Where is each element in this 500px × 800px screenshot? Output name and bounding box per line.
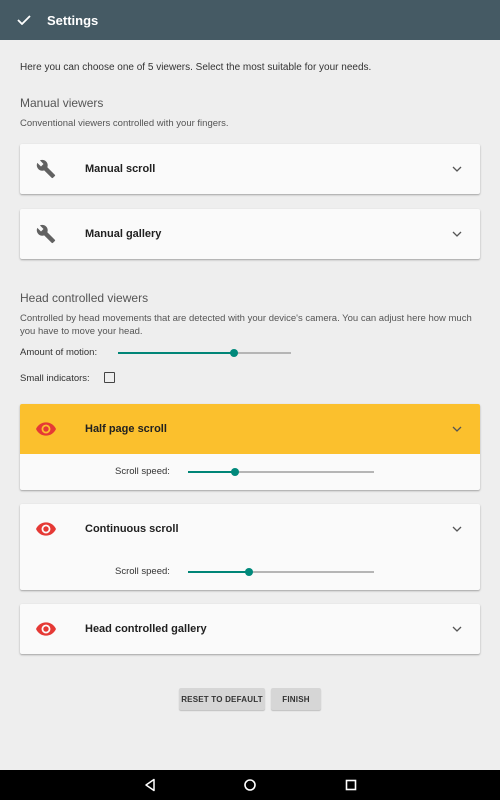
wrench-icon [35,223,57,245]
viewer-card-manual-gallery[interactable]: Manual gallery [20,209,480,259]
chevron-down-icon[interactable] [452,231,462,237]
recents-icon[interactable] [344,778,358,792]
card-header[interactable]: Head controlled gallery [20,604,480,654]
viewer-label: Continuous scroll [85,523,179,535]
viewer-label: Manual gallery [85,228,162,240]
scroll-speed-label: Scroll speed: [115,466,170,477]
viewer-label: Half page scroll [85,423,167,435]
viewer-card-continuous-scroll[interactable]: Continuous scroll Scroll speed: [20,504,480,590]
viewer-label: Head controlled gallery [85,623,207,635]
card-header[interactable]: Manual scroll [20,144,480,194]
chevron-down-icon[interactable] [452,526,462,532]
card-header[interactable]: Manual gallery [20,209,480,259]
app-bar: Settings [0,0,500,40]
viewer-card-manual-scroll[interactable]: Manual scroll [20,144,480,194]
viewer-label: Manual scroll [85,163,156,175]
slider-thumb[interactable] [229,349,238,357]
chevron-down-icon[interactable] [452,166,462,172]
finish-button[interactable]: FINISH [271,688,321,710]
scroll-speed-slider[interactable] [188,465,374,479]
reset-to-default-button[interactable]: RESET TO DEFAULT [179,688,265,710]
page-title: Settings [47,12,99,28]
card-header[interactable]: Half page scroll [20,404,480,454]
slider-thumb[interactable] [230,468,239,476]
viewer-card-half-page-scroll[interactable]: Half page scroll Scroll speed: [20,404,480,490]
small-indicators-label: Small indicators: [20,373,90,384]
intro-text: Here you can choose one of 5 viewers. Se… [20,62,372,73]
amount-of-motion-slider[interactable] [118,346,291,360]
head-viewers-subtitle: Controlled by head movements that are de… [20,313,472,337]
check-icon[interactable] [17,15,31,25]
eye-icon [35,418,57,440]
slider-thumb[interactable] [245,568,254,576]
small-indicators-checkbox[interactable] [104,372,115,383]
manual-viewers-title: Manual viewers [20,96,104,110]
manual-viewers-subtitle: Conventional viewers controlled with you… [20,118,229,129]
eye-icon [35,618,57,640]
head-viewers-title: Head controlled viewers [20,291,149,305]
scroll-speed-slider[interactable] [188,565,374,579]
amount-of-motion-label: Amount of motion: [20,347,98,358]
card-header[interactable]: Continuous scroll [20,504,480,554]
scroll-speed-label: Scroll speed: [115,566,170,577]
wrench-icon [35,158,57,180]
viewer-card-head-controlled-gallery[interactable]: Head controlled gallery [20,604,480,654]
scroll-speed-row: Scroll speed: [20,454,480,490]
eye-icon [35,518,57,540]
chevron-down-icon[interactable] [452,426,462,432]
home-icon[interactable] [243,778,257,792]
back-icon[interactable] [143,778,157,792]
scroll-speed-row: Scroll speed: [20,554,480,590]
system-nav-bar [0,770,500,800]
chevron-down-icon[interactable] [452,626,462,632]
